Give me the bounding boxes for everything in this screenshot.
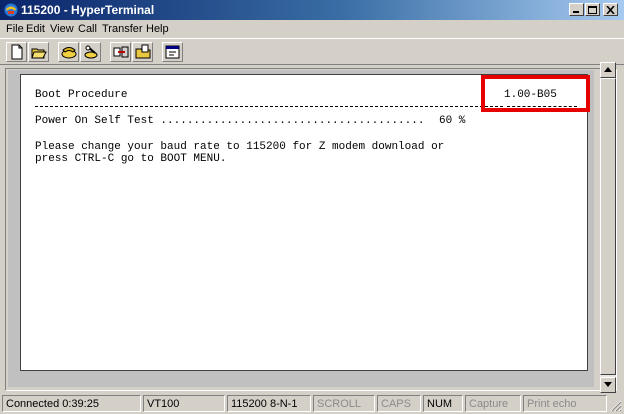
phone-icon <box>61 47 77 59</box>
connection-time: Connected 0:39:25 <box>2 395 141 412</box>
menu-call[interactable]: Call <box>77 20 98 38</box>
arrow-down-icon <box>604 382 612 387</box>
resize-grip-icon[interactable] <box>610 400 622 412</box>
caps-indicator: CAPS <box>377 395 421 412</box>
properties-icon <box>165 45 180 59</box>
scroll-thumb[interactable] <box>600 78 616 375</box>
maximize-icon <box>588 6 597 14</box>
num-indicator: NUM <box>423 395 463 412</box>
properties-button[interactable] <box>162 42 183 62</box>
boot-procedure-label: Boot Procedure <box>35 89 128 101</box>
post-label: Power On Self Test .....................… <box>35 115 425 127</box>
vertical-scrollbar[interactable] <box>600 62 616 393</box>
open-button[interactable] <box>28 42 49 62</box>
menu-help[interactable]: Help <box>145 20 170 38</box>
disconnect-button[interactable] <box>80 42 101 62</box>
capture-indicator: Capture <box>465 395 521 412</box>
emulation-type: VT100 <box>143 395 225 412</box>
menu-bar: File Edit View Call Transfer Help <box>0 20 624 38</box>
minimize-icon <box>573 11 579 13</box>
hyperterminal-window: 115200 - HyperTerminal File Edit View Ca… <box>0 0 624 414</box>
status-bar: Connected 0:39:25 VT100 115200 8-N-1 SCR… <box>0 394 624 414</box>
post-status-line: Power On Self Test .....................… <box>35 115 465 127</box>
close-icon <box>606 6 615 14</box>
new-icon <box>11 44 23 60</box>
minimize-button[interactable] <box>569 3 584 16</box>
menu-file[interactable]: File <box>5 20 25 38</box>
window-title: 115200 - HyperTerminal <box>21 3 155 17</box>
send-icon <box>113 46 129 58</box>
send-file-button[interactable] <box>110 42 131 62</box>
print-echo-indicator: Print echo <box>523 395 607 412</box>
post-percent: 60 % <box>439 115 466 127</box>
title-bar[interactable]: 115200 - HyperTerminal <box>0 0 624 20</box>
call-button[interactable] <box>58 42 79 62</box>
arrow-up-icon <box>604 67 612 72</box>
toolbar <box>0 38 624 65</box>
receive-file-button[interactable] <box>132 42 153 62</box>
open-icon <box>31 48 47 59</box>
port-settings: 115200 8-N-1 <box>227 395 311 412</box>
terminal-screen[interactable]: Boot Procedure 1.00-B05 Power On Self Te… <box>20 74 588 371</box>
baud-message-line-1: Please change your baud rate to 115200 f… <box>35 141 445 153</box>
baud-message-line-2: press CTRL-C go to BOOT MENU. <box>35 153 227 165</box>
hangup-icon <box>84 45 98 59</box>
menu-view[interactable]: View <box>49 20 75 38</box>
scroll-up-button[interactable] <box>600 62 616 78</box>
menu-transfer[interactable]: Transfer <box>101 20 144 38</box>
maximize-button[interactable] <box>585 3 600 16</box>
menu-edit[interactable]: Edit <box>25 20 46 38</box>
new-connection-button[interactable] <box>6 42 27 62</box>
hyperterminal-app-icon[interactable] <box>3 2 19 18</box>
header-divider <box>35 106 503 107</box>
close-button[interactable] <box>603 3 618 16</box>
scroll-down-button[interactable] <box>600 377 616 393</box>
version-highlight-box <box>481 75 590 112</box>
receive-icon <box>135 44 151 59</box>
scroll-indicator: SCROLL <box>313 395 375 412</box>
